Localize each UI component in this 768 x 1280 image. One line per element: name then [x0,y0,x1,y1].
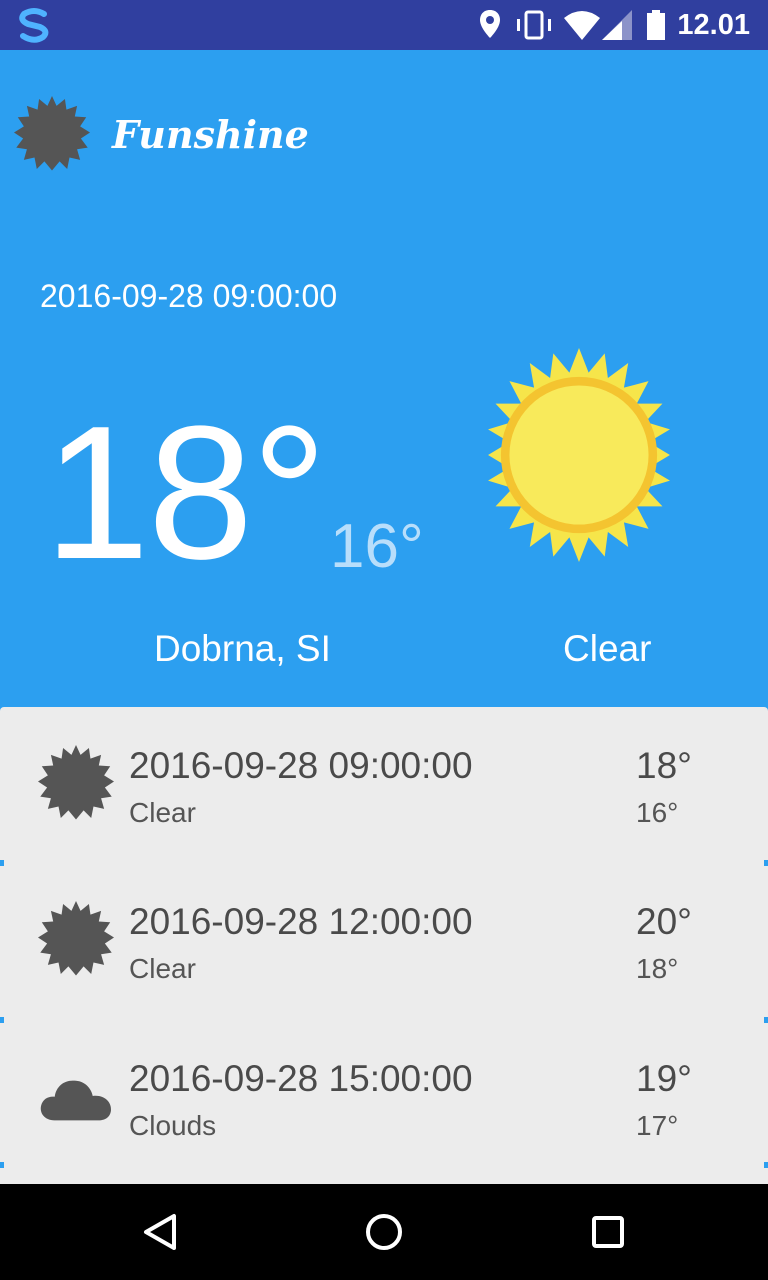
forecast-low-temp: 16° [636,797,679,828]
divider-marker [764,1162,768,1168]
forecast-description: Clouds [129,1110,217,1141]
forecast-date: 2016-09-28 12:00:00 [129,901,473,942]
recents-icon[interactable] [584,1208,632,1256]
forecast-low-temp: 18° [636,953,679,984]
forecast-high-temp: 20° [636,901,692,942]
divider-marker [0,1162,4,1168]
wifi-icon [564,11,600,40]
back-icon[interactable] [136,1208,184,1256]
forecast-row[interactable]: 2016-09-28 12:00:00 Clear 20° 18° [0,863,768,1019]
status-bar: 12.01 [0,0,768,50]
status-time: 12.01 [677,9,750,41]
signal-icon [602,10,632,40]
forecast-high-temp: 18° [636,745,692,786]
location-label: Dobrna, SI [154,628,331,669]
today-low-temp: 16° [330,512,424,581]
forecast-row[interactable]: 2016-09-28 09:00:00 Clear 18° 16° [0,707,768,863]
sun-icon [488,348,670,562]
forecast-list[interactable]: 2016-09-28 09:00:00 Clear 18° 16° 2016-0… [0,707,768,1184]
divider-marker [764,1017,768,1023]
forecast-description: Clear [129,797,196,828]
today-header[interactable]: Funshine 2016-09-28 09:00:00 18° 16° Dob… [0,50,768,707]
forecast-date: 2016-09-28 09:00:00 [129,745,473,786]
forecast-description: Clear [129,953,196,984]
today-date: 2016-09-28 09:00:00 [40,278,338,314]
navigation-bar [0,1184,768,1280]
app-s-icon [19,8,49,43]
cloud-icon [40,1080,112,1121]
vibrate-icon [517,10,551,40]
app-name: Funshine [112,112,309,157]
weather-description: Clear [563,628,652,669]
battery-icon [647,10,665,40]
home-icon[interactable] [360,1208,408,1256]
forecast-low-temp: 17° [636,1110,679,1141]
location-icon [480,10,500,38]
divider-marker [0,860,4,866]
sun-icon [14,96,90,171]
forecast-date: 2016-09-28 15:00:00 [129,1058,473,1099]
forecast-high-temp: 19° [636,1058,692,1099]
sun-icon [38,901,114,976]
forecast-row[interactable]: 2016-09-28 15:00:00 Clouds 19° 17° [0,1020,768,1176]
today-high-temp: 18° [44,387,327,599]
divider-marker [764,860,768,866]
sun-icon [38,745,114,820]
divider-marker [0,1017,4,1023]
